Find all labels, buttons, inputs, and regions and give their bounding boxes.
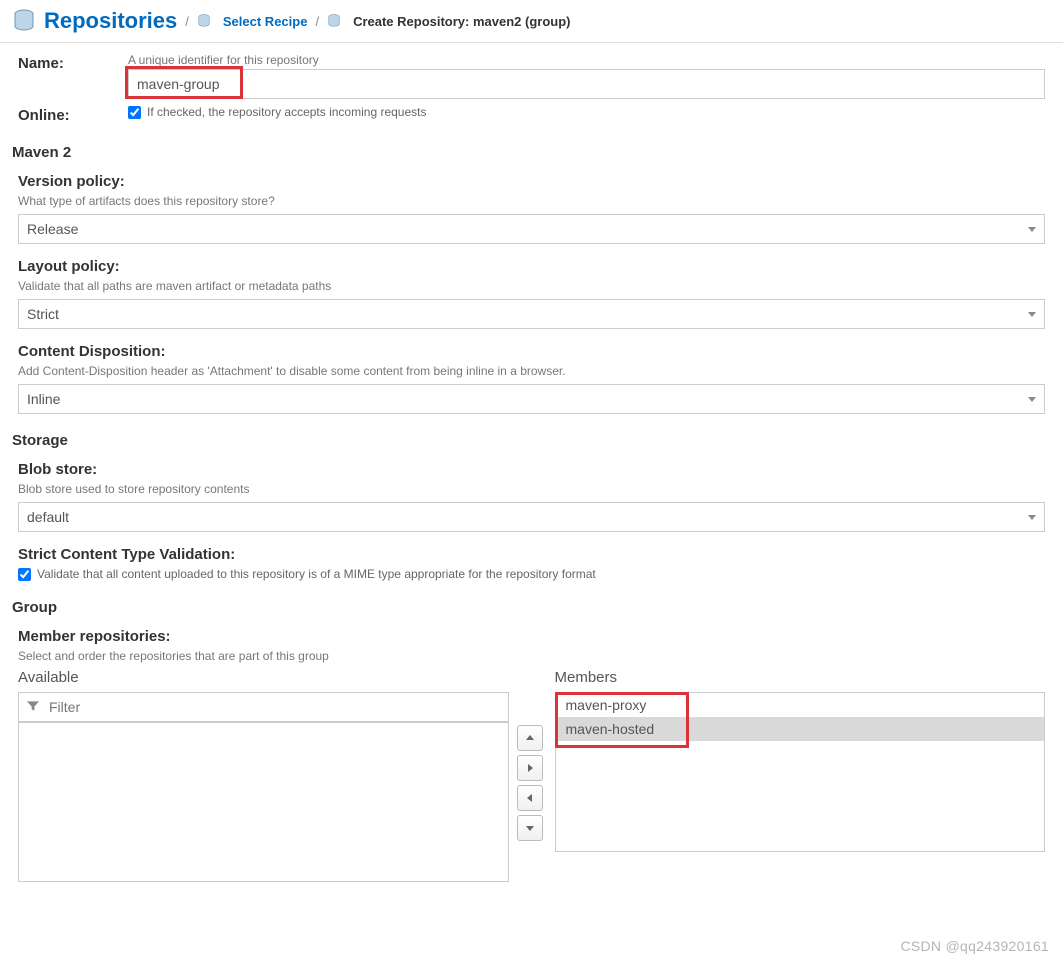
- online-text: If checked, the repository accepts incom…: [147, 105, 426, 119]
- filter-box[interactable]: [18, 692, 509, 722]
- list-item[interactable]: maven-proxy: [556, 693, 1045, 717]
- available-list[interactable]: [18, 722, 509, 882]
- online-checkbox[interactable]: [128, 106, 141, 119]
- online-label: Online:: [18, 105, 128, 124]
- move-left-button[interactable]: [517, 785, 543, 811]
- name-label: Name:: [18, 53, 128, 72]
- filter-input[interactable]: [47, 698, 502, 716]
- name-input[interactable]: [128, 69, 1045, 99]
- members-list[interactable]: maven-proxymaven-hosted: [555, 692, 1046, 852]
- chevron-down-icon: [1028, 397, 1036, 402]
- breadcrumb-select-recipe[interactable]: Select Recipe: [223, 14, 308, 29]
- strict-validation-text: Validate that all content uploaded to th…: [37, 567, 596, 581]
- breadcrumb-current: Create Repository: maven2 (group): [353, 14, 570, 29]
- section-maven2: Maven 2: [12, 144, 1045, 161]
- watermark: CSDN @qq243920161: [900, 938, 1049, 954]
- strict-validation-label: Strict Content Type Validation:: [18, 546, 1045, 563]
- blob-store-label: Blob store:: [18, 461, 1045, 478]
- version-policy-hint: What type of artifacts does this reposit…: [18, 194, 1045, 208]
- breadcrumb-sep: /: [185, 14, 189, 29]
- database-icon: [12, 9, 36, 33]
- blob-store-hint: Blob store used to store repository cont…: [18, 482, 1045, 496]
- filter-icon: [25, 698, 41, 717]
- list-item[interactable]: maven-hosted: [556, 717, 1045, 741]
- layout-policy-hint: Validate that all paths are maven artifa…: [18, 279, 1045, 293]
- blob-store-value: default: [27, 509, 69, 525]
- content-disposition-label: Content Disposition:: [18, 343, 1045, 360]
- layout-policy-label: Layout policy:: [18, 258, 1045, 275]
- database-icon: [197, 14, 211, 28]
- layout-policy-select[interactable]: Strict: [18, 299, 1045, 329]
- blob-store-select[interactable]: default: [18, 502, 1045, 532]
- available-column: Available: [18, 669, 509, 882]
- available-label: Available: [18, 669, 509, 686]
- content-disposition-value: Inline: [27, 391, 60, 407]
- name-hint: A unique identifier for this repository: [128, 53, 1045, 67]
- members-column: Members maven-proxymaven-hosted: [555, 669, 1046, 852]
- move-up-button[interactable]: [517, 725, 543, 751]
- database-icon: [327, 14, 341, 28]
- content-disposition-select[interactable]: Inline: [18, 384, 1045, 414]
- breadcrumb-root[interactable]: Repositories: [44, 8, 177, 34]
- move-right-button[interactable]: [517, 755, 543, 781]
- version-policy-label: Version policy:: [18, 173, 1045, 190]
- breadcrumb: Repositories / Select Recipe / Create Re…: [0, 0, 1063, 43]
- member-repos-hint: Select and order the repositories that a…: [18, 649, 1045, 663]
- content-disposition-hint: Add Content-Disposition header as 'Attac…: [18, 364, 1045, 378]
- layout-policy-value: Strict: [27, 306, 59, 322]
- transfer-buttons: [517, 725, 547, 841]
- version-policy-select[interactable]: Release: [18, 214, 1045, 244]
- breadcrumb-sep: /: [315, 14, 319, 29]
- form-area: Name: A unique identifier for this repos…: [0, 43, 1063, 936]
- section-storage: Storage: [12, 432, 1045, 449]
- chevron-down-icon: [1028, 515, 1036, 520]
- section-group: Group: [12, 599, 1045, 616]
- chevron-down-icon: [1028, 227, 1036, 232]
- strict-validation-checkbox[interactable]: [18, 568, 31, 581]
- member-repos-label: Member repositories:: [18, 628, 1045, 645]
- version-policy-value: Release: [27, 221, 78, 237]
- members-label: Members: [555, 669, 1046, 686]
- move-down-button[interactable]: [517, 815, 543, 841]
- chevron-down-icon: [1028, 312, 1036, 317]
